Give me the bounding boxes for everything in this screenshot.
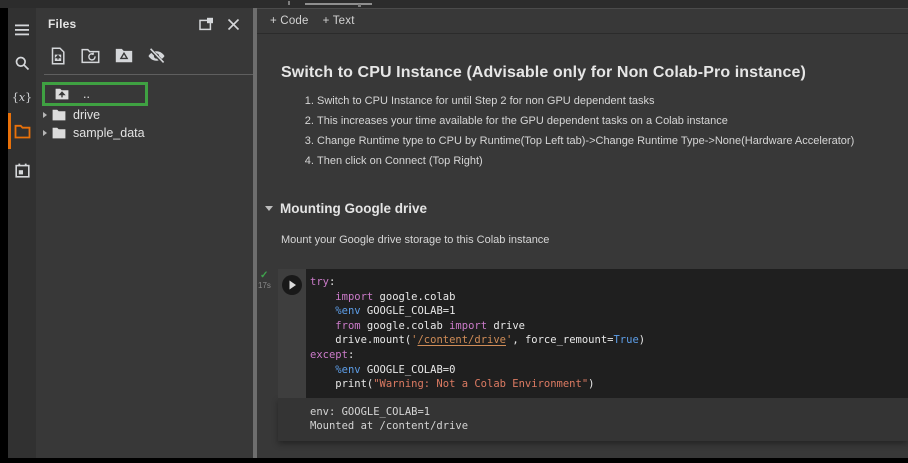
file-tree-item-label: drive	[73, 108, 101, 122]
file-tree-up-label: ..	[83, 87, 90, 101]
collapse-section-icon[interactable]	[265, 206, 273, 211]
output-line: Mounted at /content/drive	[310, 420, 469, 433]
markdown-list-item: Change Runtime type to CPU by Runtime(To…	[317, 134, 898, 148]
cell-output: env: GOOGLE_COLAB=1 Mounted at /content/…	[278, 397, 908, 441]
close-panel-icon[interactable]	[225, 16, 241, 32]
execution-success-icon: ✓	[260, 270, 269, 281]
file-tree-item-label: sample_data	[73, 126, 145, 140]
window-bottom-edge	[0, 458, 908, 463]
colab-window: {x} Files .. drive sample_data + Code + …	[0, 0, 908, 463]
output-line: env: GOOGLE_COLAB=1	[310, 405, 431, 418]
folder-icon	[52, 127, 66, 139]
cutoff-header-strip	[0, 0, 908, 8]
panel-divider	[44, 74, 253, 75]
cell-gutter	[278, 269, 306, 398]
expand-caret-icon[interactable]	[43, 112, 47, 118]
files-panel-title: Files	[48, 17, 77, 31]
table-of-contents-icon[interactable]	[11, 20, 33, 40]
section-title: Mounting Google drive	[280, 201, 427, 216]
expand-caret-icon[interactable]	[43, 130, 47, 136]
toggle-hidden-files-icon[interactable]	[147, 46, 166, 65]
window-left-edge	[0, 8, 8, 458]
file-tree-item-drive[interactable]: drive	[36, 106, 253, 124]
markdown-list-item: Switch to CPU Instance for until Step 2 …	[317, 94, 898, 108]
upload-file-icon[interactable]	[48, 46, 67, 65]
execution-info: ✓ 17s	[257, 269, 278, 398]
code-cell-row: ✓ 17s try: import google.colab %env GOOG…	[257, 269, 908, 398]
section-header: Mounting Google drive	[265, 200, 884, 217]
mount-drive-icon[interactable]	[114, 46, 133, 65]
code-editor[interactable]: try: import google.colab %env GOOGLE_COL…	[306, 269, 908, 398]
section-description: Mount your Google drive storage to this …	[281, 234, 550, 246]
files-panel-toolbar	[36, 40, 253, 72]
file-tree-up-row[interactable]: ..	[42, 82, 148, 106]
code-cell: try: import google.colab %env GOOGLE_COL…	[278, 269, 908, 398]
left-icon-rail: {x}	[8, 8, 36, 458]
main-row: {x} Files .. drive sample_data + Code + …	[0, 8, 908, 458]
refresh-folder-icon[interactable]	[81, 46, 100, 65]
open-in-new-panel-icon[interactable]	[198, 16, 214, 32]
notebook-content: + Code + Text Switch to CPU Instance (Ad…	[257, 8, 908, 458]
file-tree: .. drive sample_data	[36, 81, 253, 142]
run-cell-button[interactable]	[282, 275, 302, 295]
code-snippets-icon[interactable]	[11, 160, 33, 180]
add-text-button[interactable]: + Text	[323, 15, 355, 27]
header-fragment	[358, 4, 361, 7]
search-icon[interactable]	[11, 53, 33, 73]
files-panel: Files .. drive sample_data	[36, 8, 253, 458]
folder-icon	[52, 109, 66, 121]
header-underline-fragment	[305, 3, 372, 5]
notebook-body: Switch to CPU Instance (Advisable only f…	[257, 34, 908, 458]
folder-up-icon	[55, 88, 69, 100]
variables-icon[interactable]: {x}	[11, 87, 33, 107]
markdown-list-item: Then click on Connect (Top Right)	[317, 154, 898, 168]
files-panel-header: Files	[36, 8, 253, 40]
markdown-heading: Switch to CPU Instance (Advisable only f…	[281, 64, 806, 81]
execution-time: 17s	[258, 281, 271, 290]
markdown-list: Switch to CPU Instance for until Step 2 …	[281, 94, 898, 168]
files-icon[interactable]	[8, 113, 33, 149]
notebook-toolbar: + Code + Text	[257, 8, 908, 34]
file-tree-item-sample-data[interactable]: sample_data	[36, 124, 253, 142]
add-code-button[interactable]: + Code	[270, 15, 309, 27]
header-fragment	[288, 1, 290, 5]
markdown-list-item: This increases your time available for t…	[317, 114, 898, 128]
